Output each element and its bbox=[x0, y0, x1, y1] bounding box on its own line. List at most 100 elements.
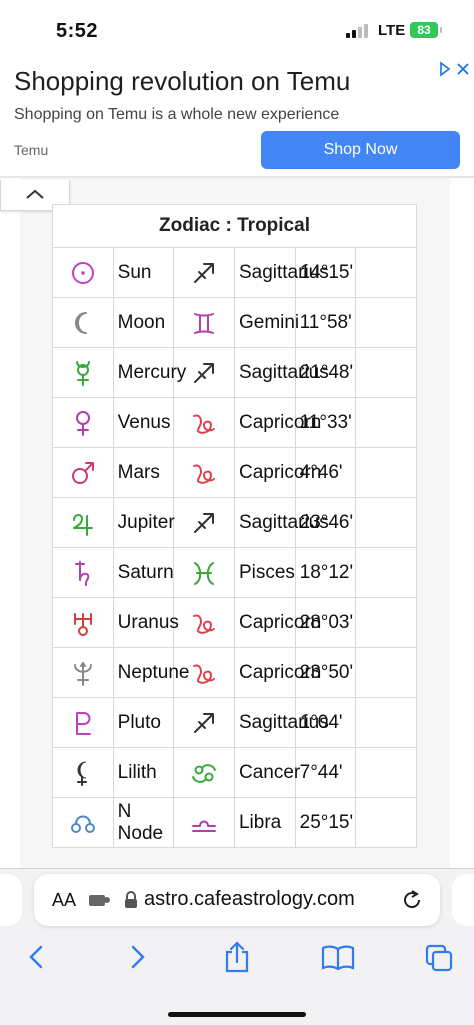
adchoices-icon[interactable] bbox=[438, 60, 472, 78]
sign-name: Capricorn bbox=[233, 597, 321, 648]
table-cell-pad bbox=[355, 647, 417, 698]
mars-icon bbox=[71, 461, 94, 484]
table-header-row: Zodiac : Tropical bbox=[52, 204, 417, 248]
bookmarks-icon[interactable] bbox=[320, 940, 356, 974]
degree-value: 28°03' bbox=[294, 597, 357, 648]
battery-level: 83 bbox=[417, 23, 431, 37]
jupiter-icon bbox=[72, 513, 93, 536]
sagittarius-icon bbox=[194, 712, 215, 733]
planet-name: Jupiter bbox=[112, 497, 175, 548]
degree-value: 14°15' bbox=[294, 247, 357, 298]
network-label: LTE bbox=[378, 22, 406, 39]
table-row: Sun Sagittarius 14°15' bbox=[52, 247, 417, 298]
libra-icon bbox=[192, 820, 217, 832]
neptune-icon bbox=[73, 661, 92, 686]
previous-tab-peek[interactable] bbox=[0, 874, 22, 926]
planet-name: Sun bbox=[112, 247, 175, 298]
text-size-button[interactable]: AA bbox=[52, 890, 76, 911]
back-icon[interactable] bbox=[24, 940, 50, 974]
table-cell-pad bbox=[355, 797, 417, 848]
pisces-icon bbox=[173, 547, 235, 598]
table-cell-pad bbox=[355, 247, 417, 298]
venus-icon bbox=[75, 410, 90, 436]
sign-name: Pisces bbox=[233, 547, 296, 598]
table-cell-pad bbox=[355, 747, 417, 798]
uranus-icon bbox=[52, 597, 114, 648]
planet-name: Mars bbox=[112, 447, 175, 498]
venus-icon bbox=[52, 397, 114, 448]
tabs-icon[interactable] bbox=[424, 940, 454, 974]
capricorn-icon bbox=[173, 397, 235, 448]
zodiac-table: Zodiac : Tropical Sun Sagittarius 14°15' Mo… bbox=[52, 204, 417, 848]
ad-subtext: Shopping on Temu is a whole new experien… bbox=[14, 106, 340, 123]
table-cell-pad bbox=[355, 547, 417, 598]
table-cell-pad bbox=[355, 397, 417, 448]
signal-icon bbox=[346, 24, 368, 38]
degree-value: 1°04' bbox=[294, 697, 357, 748]
ad-banner[interactable]: Shopping revolution on Temu Shopping on … bbox=[0, 58, 474, 176]
table-cell-pad bbox=[355, 347, 417, 398]
table-row: Lilith Cancer 7°44' bbox=[52, 747, 417, 798]
table-row: Mars Capricorn 4°46' bbox=[52, 447, 417, 498]
lilith-icon bbox=[52, 747, 114, 798]
address-bar[interactable]: AA astro.cafeastrology.com bbox=[34, 874, 440, 926]
capricorn-icon bbox=[173, 447, 235, 498]
sagittarius-icon bbox=[173, 697, 235, 748]
planet-name: N Node bbox=[112, 797, 175, 848]
sign-name: Sagittarius bbox=[233, 497, 329, 548]
cancer-icon bbox=[192, 763, 217, 783]
pisces-icon bbox=[194, 561, 215, 585]
gemini-icon bbox=[194, 312, 215, 334]
forward-icon[interactable] bbox=[124, 940, 150, 974]
table-row: Saturn Pisces 18°12' bbox=[52, 547, 417, 598]
neptune-icon bbox=[52, 647, 114, 698]
gemini-icon bbox=[173, 297, 235, 348]
table-row: Uranus Capricorn 28°03' bbox=[52, 597, 417, 648]
extension-icon[interactable] bbox=[88, 892, 110, 908]
share-icon[interactable] bbox=[222, 940, 252, 974]
sagittarius-icon bbox=[173, 247, 235, 298]
lock-icon bbox=[125, 891, 137, 908]
degree-value: 11°58' bbox=[294, 297, 357, 348]
table-header: Zodiac : Tropical bbox=[52, 204, 417, 248]
next-tab-peek[interactable] bbox=[452, 874, 474, 926]
degree-value: 25°15' bbox=[294, 797, 357, 848]
cancer-icon bbox=[173, 747, 235, 798]
moon-icon bbox=[52, 297, 114, 348]
mercury-icon bbox=[75, 360, 90, 386]
pluto-icon bbox=[75, 711, 91, 735]
sign-name: Capricorn bbox=[233, 447, 321, 498]
planet-name: Neptune bbox=[112, 647, 190, 698]
zodiac-table-body: Sun Sagittarius 14°15' Moon Gemini 11°58' Merc… bbox=[52, 247, 417, 848]
uranus-icon bbox=[73, 612, 92, 636]
planet-name: Mercury bbox=[112, 347, 186, 398]
degree-value: 11°33' bbox=[294, 397, 357, 448]
url-text[interactable]: astro.cafeastrology.com bbox=[144, 888, 355, 911]
capricorn-icon bbox=[193, 414, 216, 434]
capricorn-icon bbox=[173, 597, 235, 648]
chevron-up-icon bbox=[26, 189, 44, 199]
planet-name: Pluto bbox=[112, 697, 175, 748]
table-cell-pad bbox=[355, 447, 417, 498]
north-node-icon bbox=[52, 797, 114, 848]
sign-name: Sagittarius bbox=[233, 347, 329, 398]
status-time: 5:52 bbox=[56, 20, 99, 42]
moon-icon bbox=[74, 311, 87, 334]
pluto-icon bbox=[52, 697, 114, 748]
status-bar: 5:52 LTE 83 bbox=[0, 0, 474, 58]
shop-now-button[interactable]: Shop Now bbox=[261, 131, 460, 169]
sign-name: Cancer bbox=[233, 747, 300, 798]
sagittarius-icon bbox=[194, 362, 215, 383]
mars-icon bbox=[52, 447, 114, 498]
sagittarius-icon bbox=[194, 262, 215, 283]
reload-icon[interactable] bbox=[400, 888, 424, 912]
text-size-label: AA bbox=[52, 890, 77, 910]
table-cell-pad bbox=[355, 597, 417, 648]
ad-headline[interactable]: Shopping revolution on Temu bbox=[14, 66, 350, 97]
sign-name: Libra bbox=[233, 797, 296, 848]
planet-name: Saturn bbox=[112, 547, 175, 598]
table-cell-pad bbox=[355, 497, 417, 548]
table-row: Venus Capricorn 11°33' bbox=[52, 397, 417, 448]
table-row: Jupiter Sagittarius 23°46' bbox=[52, 497, 417, 548]
north-node-icon bbox=[70, 815, 95, 833]
